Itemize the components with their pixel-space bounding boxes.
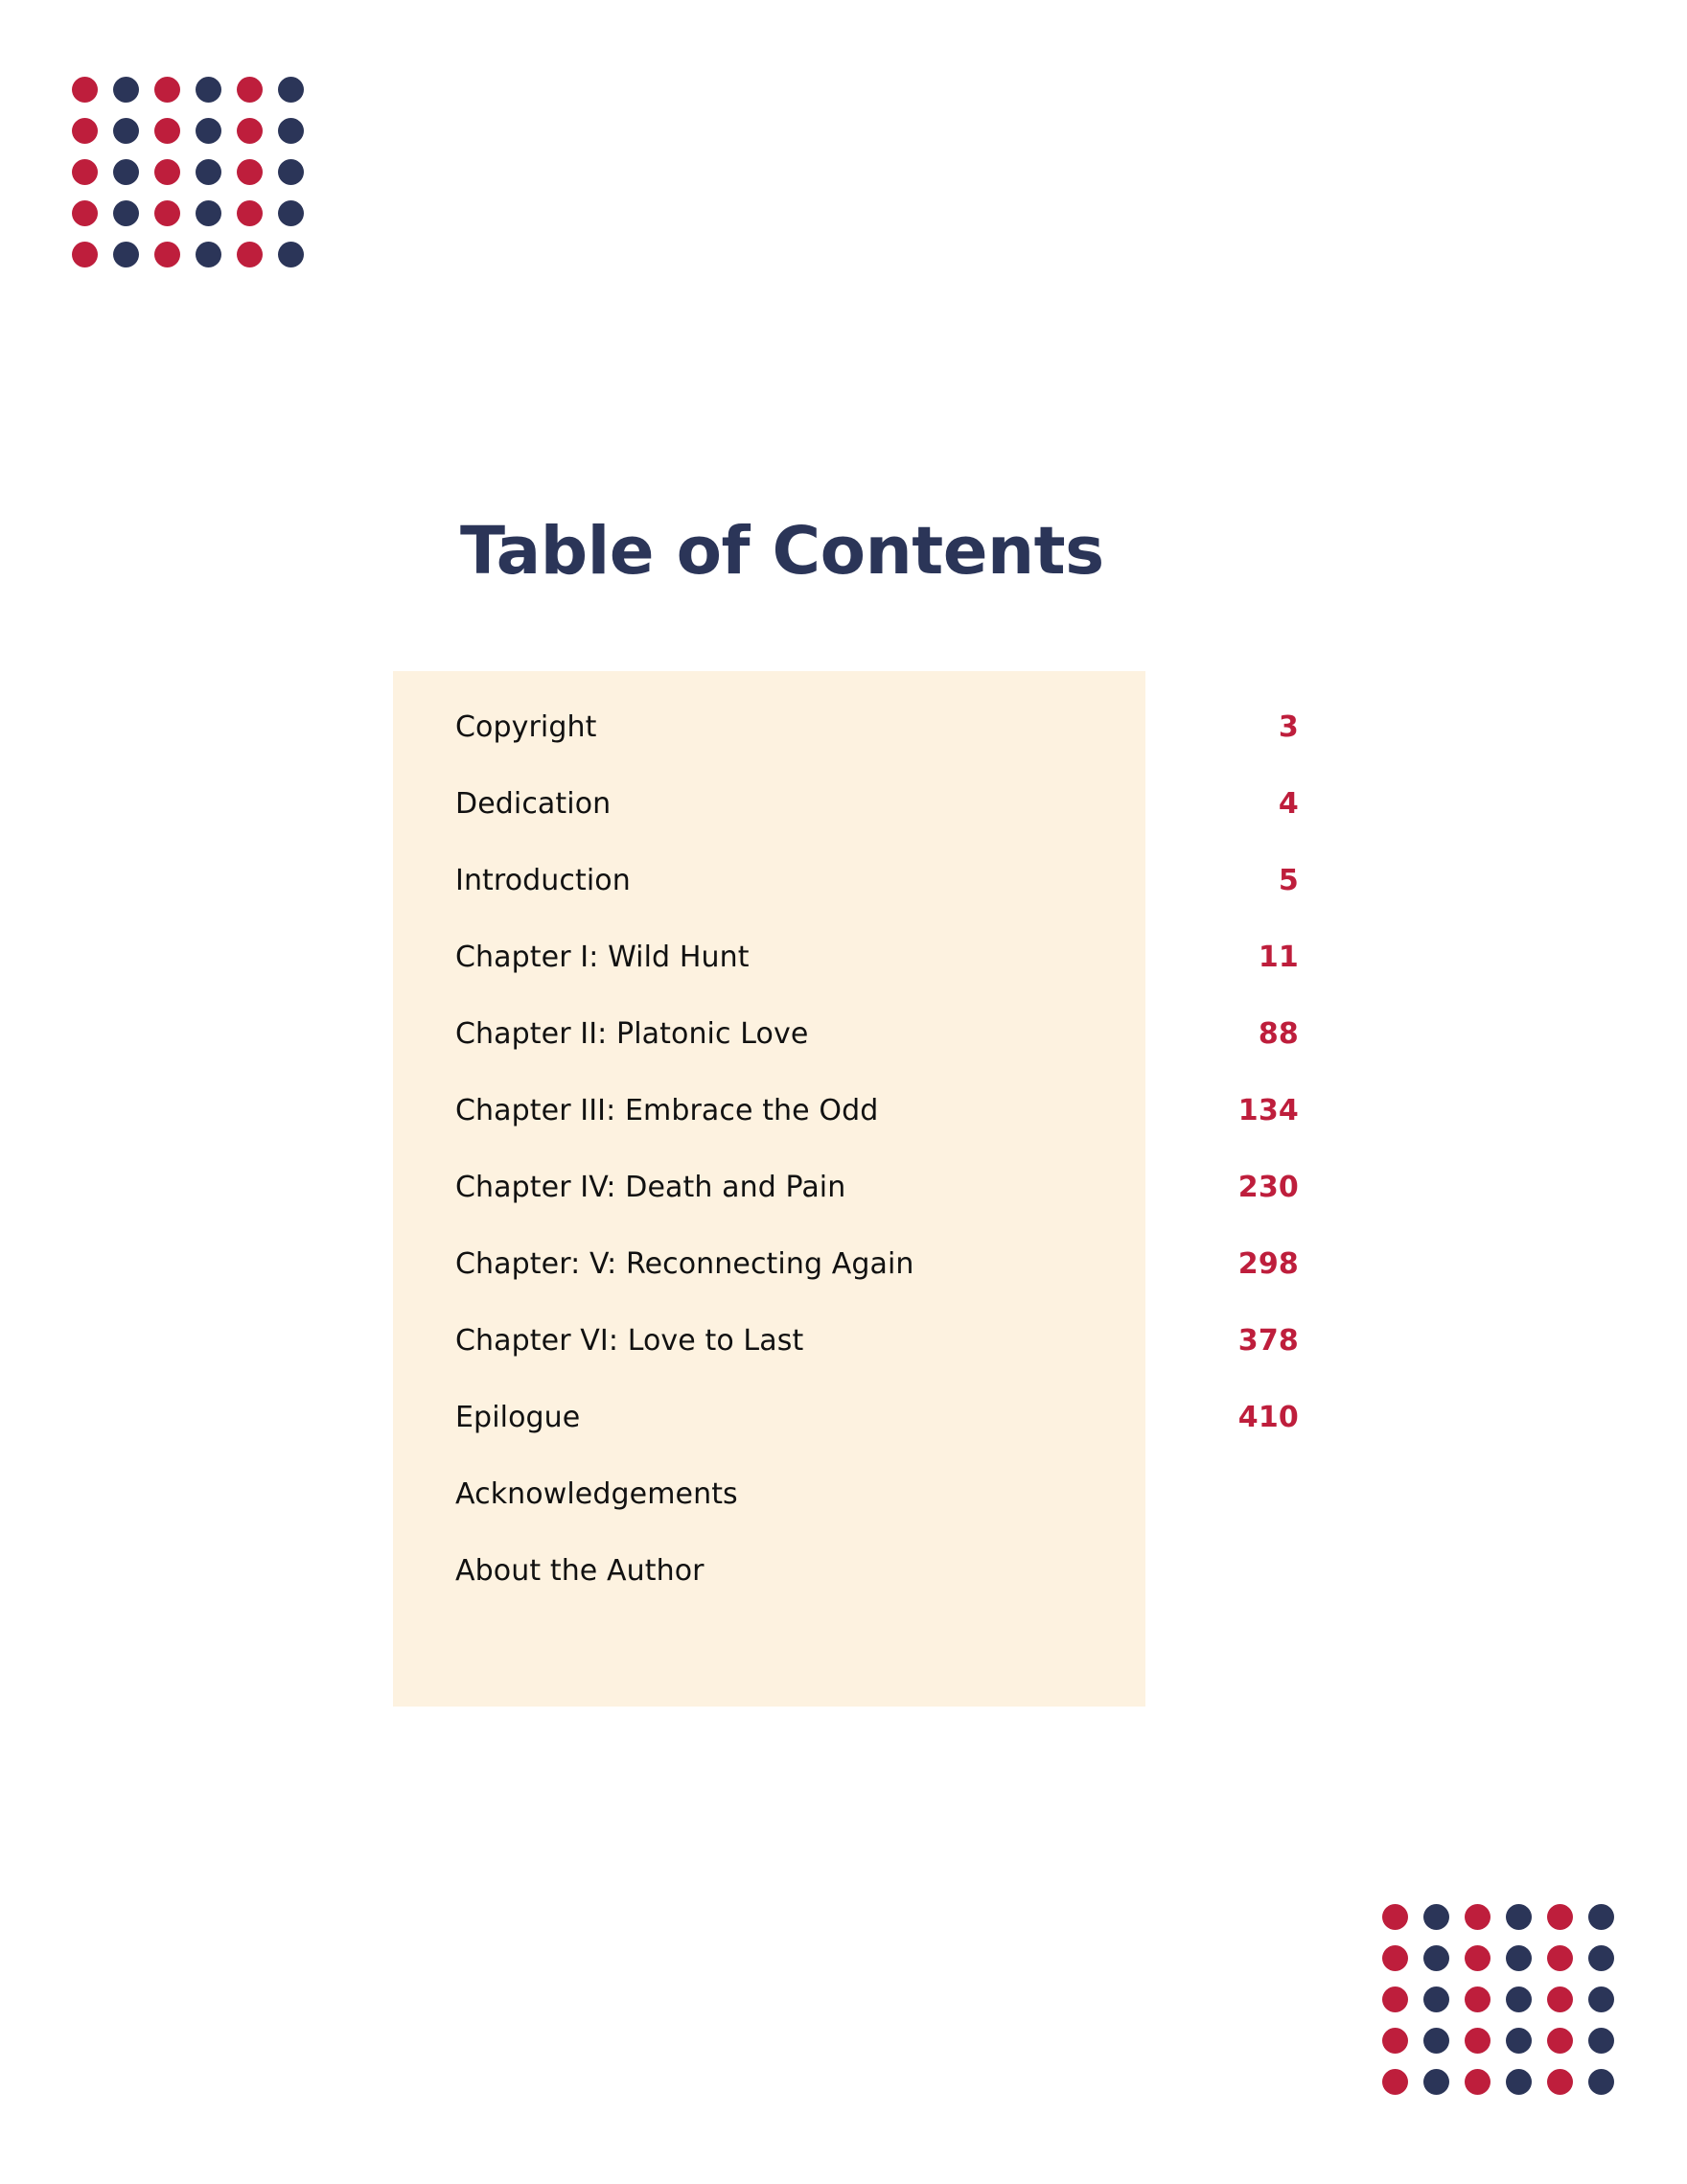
grid-dot-icon xyxy=(1465,2069,1491,2095)
toc-entry-row[interactable]: Introduction 5 xyxy=(393,842,1304,918)
grid-dot-icon xyxy=(1547,2028,1573,2054)
document-page: Table of Contents Copyright 3 Dedication 4 I… xyxy=(0,0,1687,2184)
toc-entry-page-number: 410 xyxy=(1237,1400,1299,1434)
toc-entry-label[interactable]: Chapter IV: Death and Pain xyxy=(455,1171,845,1204)
grid-dot-icon xyxy=(1506,2069,1532,2095)
toc-entry-label[interactable]: Copyright xyxy=(455,710,597,744)
grid-dot-icon xyxy=(154,77,180,103)
grid-dot-icon xyxy=(196,118,221,144)
toc-entry-row[interactable]: Chapter III: Embrace the Odd 134 xyxy=(393,1072,1304,1149)
grid-dot-icon xyxy=(1506,1945,1532,1971)
page-title: Table of Contents xyxy=(460,513,1104,591)
toc-entry-label[interactable]: Chapter III: Embrace the Odd xyxy=(455,1094,878,1127)
grid-dot-icon xyxy=(1423,1904,1449,1930)
toc-entry-row[interactable]: Copyright 3 xyxy=(393,688,1304,765)
toc-entry-page-number: 230 xyxy=(1237,1170,1299,1204)
grid-dot-icon xyxy=(196,77,221,103)
grid-dot-icon xyxy=(278,242,304,267)
grid-dot-icon xyxy=(1588,1945,1614,1971)
toc-entry-row[interactable]: Chapter: V: Reconnecting Again 298 xyxy=(393,1225,1304,1302)
toc-entry-page-number: 4 xyxy=(1278,786,1299,821)
grid-dot-icon xyxy=(1506,1904,1532,1930)
grid-dot-icon xyxy=(1382,2028,1408,2054)
grid-dot-icon xyxy=(154,200,180,226)
toc-entry-row[interactable]: Epilogue 410 xyxy=(393,1379,1304,1455)
grid-dot-icon xyxy=(196,200,221,226)
toc-entry-page-number: 378 xyxy=(1237,1323,1299,1358)
grid-dot-icon xyxy=(113,159,139,185)
grid-dot-icon xyxy=(154,242,180,267)
grid-dot-icon xyxy=(237,159,263,185)
grid-dot-icon xyxy=(1588,2028,1614,2054)
toc-entry-page-number: 3 xyxy=(1278,709,1299,744)
grid-dot-icon xyxy=(1547,2069,1573,2095)
toc-entry-label[interactable]: About the Author xyxy=(455,1554,705,1588)
grid-dot-icon xyxy=(1423,2069,1449,2095)
toc-list: Copyright 3 Dedication 4 Introduction 5 Chapte… xyxy=(393,671,1304,1707)
toc-entry-label[interactable]: Acknowledgements xyxy=(455,1477,738,1511)
grid-dot-icon xyxy=(113,200,139,226)
grid-dot-icon xyxy=(1423,1945,1449,1971)
grid-dot-icon xyxy=(72,77,98,103)
grid-dot-icon xyxy=(113,242,139,267)
toc-entry-row[interactable]: About the Author xyxy=(393,1532,1304,1609)
grid-dot-icon xyxy=(237,118,263,144)
toc-entry-label[interactable]: Dedication xyxy=(455,787,611,821)
grid-dot-icon xyxy=(1588,1987,1614,2012)
toc-entry-row[interactable]: Acknowledgements xyxy=(393,1455,1304,1532)
grid-dot-icon xyxy=(72,159,98,185)
toc-entry-page-number: 5 xyxy=(1278,863,1299,897)
grid-dot-icon xyxy=(1382,1904,1408,1930)
grid-dot-icon xyxy=(72,242,98,267)
grid-dot-icon xyxy=(113,118,139,144)
toc-entry-row[interactable]: Dedication 4 xyxy=(393,765,1304,842)
grid-dot-icon xyxy=(1465,2028,1491,2054)
grid-dot-icon xyxy=(1465,1904,1491,1930)
grid-dot-icon xyxy=(1506,2028,1532,2054)
grid-dot-icon xyxy=(237,242,263,267)
toc-entry-label[interactable]: Epilogue xyxy=(455,1401,580,1434)
grid-dot-icon xyxy=(278,200,304,226)
toc-entry-label[interactable]: Chapter II: Platonic Love xyxy=(455,1017,808,1051)
grid-dot-icon xyxy=(154,159,180,185)
grid-dot-icon xyxy=(237,77,263,103)
grid-dot-icon xyxy=(1465,1987,1491,2012)
grid-dot-icon xyxy=(1547,1945,1573,1971)
dot-grid-top-left-decoration xyxy=(72,77,319,283)
grid-dot-icon xyxy=(72,200,98,226)
grid-dot-icon xyxy=(1465,1945,1491,1971)
toc-entry-row[interactable]: Chapter I: Wild Hunt 11 xyxy=(393,918,1304,995)
toc-entry-row[interactable]: Chapter IV: Death and Pain 230 xyxy=(393,1149,1304,1225)
grid-dot-icon xyxy=(196,159,221,185)
grid-dot-icon xyxy=(1588,1904,1614,1930)
toc-entry-page-number: 298 xyxy=(1237,1246,1299,1281)
grid-dot-icon xyxy=(278,77,304,103)
grid-dot-icon xyxy=(1423,1987,1449,2012)
toc-entry-label[interactable]: Chapter I: Wild Hunt xyxy=(455,941,750,974)
grid-dot-icon xyxy=(1506,1987,1532,2012)
grid-dot-icon xyxy=(237,200,263,226)
grid-dot-icon xyxy=(1547,1987,1573,2012)
toc-entry-label[interactable]: Chapter: V: Reconnecting Again xyxy=(455,1247,914,1281)
grid-dot-icon xyxy=(113,77,139,103)
toc-entry-label[interactable]: Introduction xyxy=(455,864,631,897)
grid-dot-icon xyxy=(154,118,180,144)
toc-entry-label[interactable]: Chapter VI: Love to Last xyxy=(455,1324,803,1358)
grid-dot-icon xyxy=(196,242,221,267)
grid-dot-icon xyxy=(1382,1945,1408,1971)
toc-entry-page-number: 88 xyxy=(1258,1016,1299,1051)
toc-entry-page-number: 11 xyxy=(1258,940,1299,974)
grid-dot-icon xyxy=(278,118,304,144)
grid-dot-icon xyxy=(72,118,98,144)
dot-grid-bottom-right-decoration xyxy=(1382,1904,1629,2110)
grid-dot-icon xyxy=(1382,2069,1408,2095)
grid-dot-icon xyxy=(1382,1987,1408,2012)
grid-dot-icon xyxy=(1588,2069,1614,2095)
toc-entry-row[interactable]: Chapter II: Platonic Love 88 xyxy=(393,995,1304,1072)
toc-entry-page-number: 134 xyxy=(1237,1093,1299,1127)
grid-dot-icon xyxy=(1423,2028,1449,2054)
toc-entry-row[interactable]: Chapter VI: Love to Last 378 xyxy=(393,1302,1304,1379)
grid-dot-icon xyxy=(1547,1904,1573,1930)
grid-dot-icon xyxy=(278,159,304,185)
